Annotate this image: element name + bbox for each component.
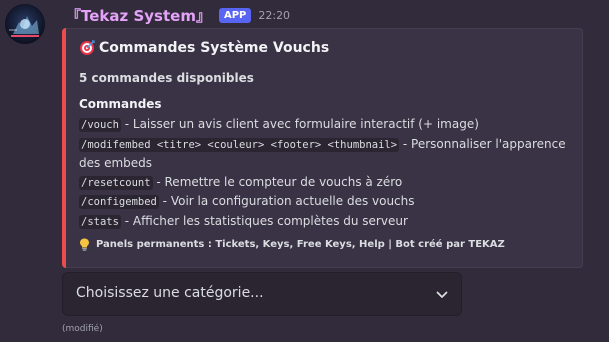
command-item: /stats - Afficher les statistiques compl… [79, 212, 574, 232]
avatar[interactable] [5, 4, 45, 44]
embed-title-text: Commandes Système Vouchs [99, 40, 330, 56]
command-desc: - Laisser un avis client avec formulaire… [120, 117, 479, 131]
timestamp[interactable]: 22:20 [258, 9, 290, 22]
command-desc: - Remettre le compteur de vouchs à zéro [152, 174, 403, 189]
embed-footer-text: Panels permanents : Tickets, Keys, Free … [96, 239, 505, 250]
embed-accent-bar [62, 28, 66, 268]
embed-description: 5 commandes disponibles [79, 71, 254, 85]
command-code: /vouch [79, 118, 121, 132]
command-item: /modifembed <titre> <couleur> <footer> <… [79, 135, 574, 173]
edited-label: (modifié) [62, 324, 103, 334]
command-code: /stats [79, 214, 121, 229]
target-icon [80, 40, 95, 55]
message-header: 『Tekaz System』 APP 22:20 [66, 4, 290, 26]
command-code: /configembed [79, 195, 159, 210]
category-select[interactable]: Choisissez une catégorie... [62, 272, 462, 316]
select-placeholder: Choisissez une catégorie... [76, 285, 264, 301]
command-item: /resetcount - Remettre le compteur de vo… [79, 173, 574, 193]
embed-footer: Panels permanents : Tickets, Keys, Free … [79, 238, 505, 251]
username[interactable]: 『Tekaz System』 [66, 5, 211, 26]
command-list: /vouch - Laisser un avis client avec for… [79, 115, 574, 232]
embed: Commandes Système Vouchs 5 commandes dis… [62, 28, 583, 268]
command-item: /configembed - Voir la configuration act… [79, 192, 574, 212]
command-code: /resetcount [79, 175, 153, 190]
bulb-icon [80, 238, 89, 251]
command-desc: - Afficher les statistiques complètes du… [120, 213, 408, 228]
chevron-down-icon [436, 291, 448, 298]
field-name: Commandes [79, 97, 162, 111]
embed-title: Commandes Système Vouchs [79, 40, 329, 56]
command-desc: - Voir la configuration actuelle des vou… [158, 194, 415, 209]
command-code: /modifembed <titre> <couleur> <footer> <… [79, 137, 400, 152]
command-item: /vouch - Laisser un avis client avec for… [79, 115, 574, 135]
app-badge: APP [218, 7, 252, 23]
